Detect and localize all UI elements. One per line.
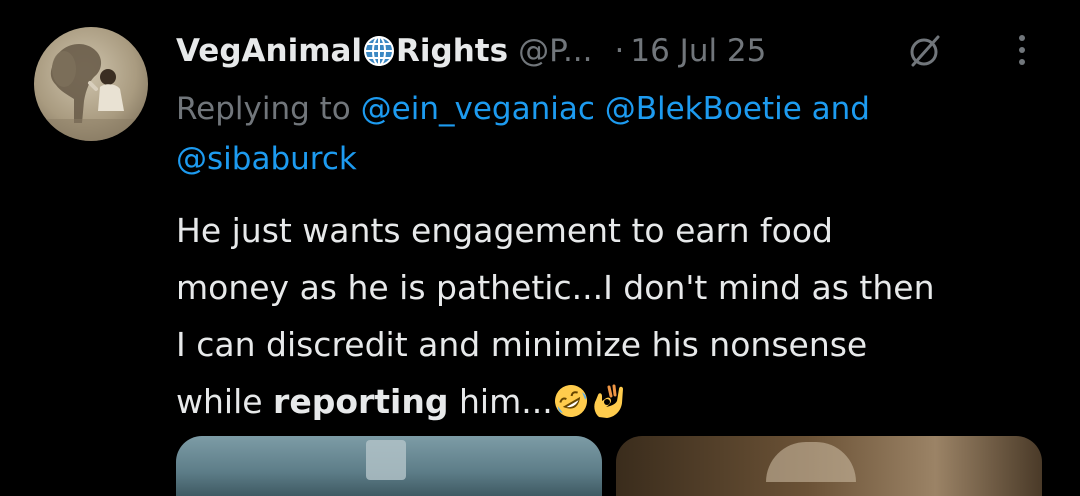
tweet-text-line: while <box>176 382 263 421</box>
grok-icon[interactable] <box>905 31 945 71</box>
tweet-text: He just wants engagement to earn food mo… <box>176 202 1056 430</box>
ok-hand-emoji <box>594 384 623 418</box>
rolling-on-floor-laughing-emoji <box>554 385 587 417</box>
media-image-content <box>366 440 406 480</box>
mention-link[interactable]: @BlekBoetie <box>605 91 802 127</box>
avatar[interactable] <box>34 27 148 141</box>
mention-link[interactable]: @sibaburck <box>176 141 357 177</box>
mention-conjunction[interactable]: and <box>812 91 870 127</box>
tweet-date[interactable]: 16 Jul 25 <box>630 33 766 69</box>
tweet-text-line: him... <box>458 382 553 421</box>
tweet-text-line: money as he is pathetic...I don't mind a… <box>176 268 935 307</box>
separator-dot: · <box>614 33 625 69</box>
author-handle[interactable]: @P... <box>518 33 592 69</box>
media-image-content <box>766 442 856 482</box>
mention-link[interactable]: @ein_veganiac <box>361 91 595 127</box>
tweet-text-bold: reporting <box>273 382 449 421</box>
replying-to: Replying to @ein_veganiac @BlekBoetie an… <box>176 84 1056 184</box>
elephant-and-child-avatar <box>34 44 148 141</box>
media-image-1[interactable] <box>176 436 602 496</box>
tweet-header: VegAnimal Rights @P... · 16 Jul 25 <box>176 26 766 76</box>
author-name[interactable]: VegAnimal Rights <box>176 33 508 69</box>
author-name-part2: Rights <box>396 33 509 69</box>
tweet-text-line: I can discredit and minimize his nonsens… <box>176 325 868 364</box>
author-name-part1: VegAnimal <box>176 33 363 69</box>
replying-prefix: Replying to <box>176 91 351 127</box>
tweet[interactable]: VegAnimal Rights @P... · 16 Jul 25 Reply… <box>0 0 1080 496</box>
globe-with-meridians-icon <box>364 36 395 66</box>
more-vertical-icon[interactable] <box>1010 30 1034 70</box>
media-image-2[interactable] <box>616 436 1042 496</box>
tweet-text-line: He just wants engagement to earn food <box>176 211 833 250</box>
